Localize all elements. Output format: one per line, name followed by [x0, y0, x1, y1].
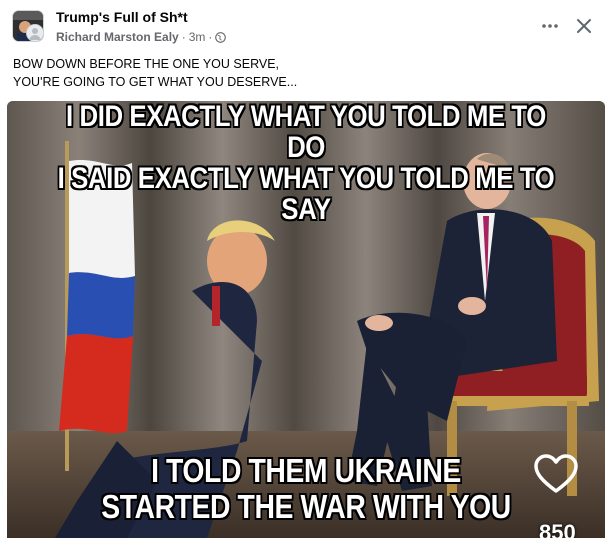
post-header: Trump's Full of Sh*t Richard Marston Eal…	[0, 0, 605, 50]
more-horizontal-icon	[542, 24, 558, 28]
author-name-link[interactable]: Richard Marston Ealy	[56, 30, 179, 44]
meme-bottom-line-1: I TOLD THEM UKRAINE	[151, 452, 461, 489]
post-meta: Richard Marston Ealy · 3m ·	[56, 30, 227, 44]
close-button[interactable]	[570, 12, 598, 40]
close-icon	[577, 19, 591, 33]
globe-icon	[215, 31, 227, 43]
post-card: Trump's Full of Sh*t Richard Marston Eal…	[0, 0, 605, 538]
meta-separator: ·	[181, 30, 186, 44]
meta-separator-2: ·	[208, 30, 213, 44]
author-avatar[interactable]	[26, 24, 44, 42]
post-image[interactable]: I DID EXACTLY WHAT YOU TOLD ME TO DO I S…	[7, 101, 605, 538]
group-name-link[interactable]: Trump's Full of Sh*t	[56, 9, 188, 25]
more-options-button[interactable]	[536, 14, 564, 38]
meme-top-text: I DID EXACTLY WHAT YOU TOLD ME TO DO I S…	[49, 101, 563, 225]
meme-top-line-2: I SAID EXACTLY WHAT YOU TOLD ME TO SAY	[57, 162, 555, 226]
author-avatar-image	[27, 25, 43, 41]
post-time-link[interactable]: 3m	[189, 30, 206, 44]
meme-top-line-1: I DID EXACTLY WHAT YOU TOLD ME TO DO	[66, 101, 546, 164]
like-count: 850	[539, 520, 576, 538]
like-button[interactable]	[533, 453, 579, 495]
meme-bottom-line-2: STARTED THE WAR WITH YOU	[101, 488, 511, 525]
post-caption: BOW DOWN BEFORE THE ONE YOU SERVE, YOU'R…	[13, 57, 298, 89]
meme-bottom-text: I TOLD THEM UKRAINE STARTED THE WAR WITH…	[49, 453, 563, 525]
heart-icon	[534, 454, 578, 493]
